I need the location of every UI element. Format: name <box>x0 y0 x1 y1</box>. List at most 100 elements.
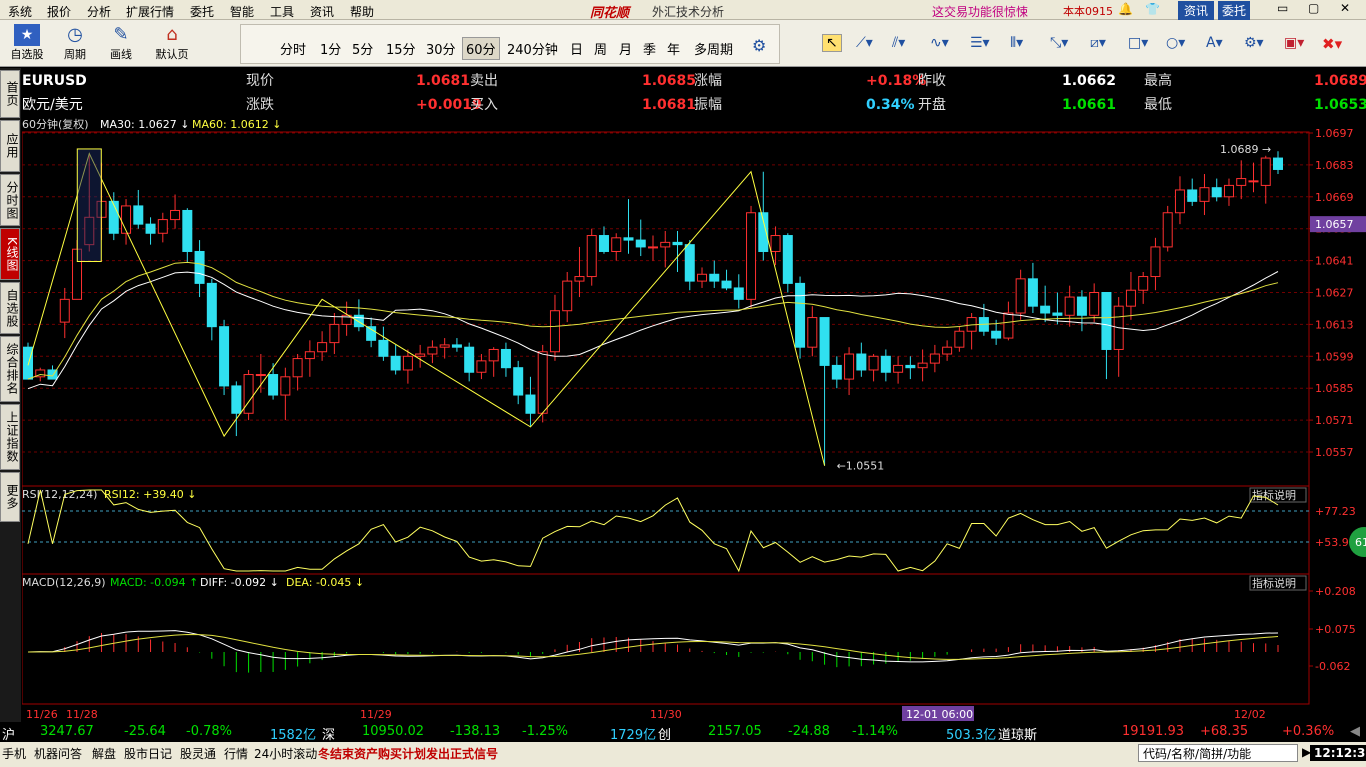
robot-qa-link[interactable]: 机器问答 <box>34 745 82 762</box>
candle-body <box>1125 289 1136 307</box>
period-1min[interactable]: 1分 <box>320 39 341 58</box>
sidetab-fenshi[interactable]: 分时图 <box>0 174 20 226</box>
quote-l2-0: 涨跌 <box>246 97 274 113</box>
sidetab-more[interactable]: 更多 <box>0 472 20 522</box>
dea-value: DEA: -0.045 ↓ <box>286 576 364 589</box>
bars-tool-icon[interactable]: ⦀▾ <box>1010 35 1023 51</box>
rect-tool-icon[interactable]: □▾ <box>1128 35 1148 51</box>
candle-body <box>476 360 487 373</box>
save-tool-icon[interactable]: ▣▾ <box>1284 35 1304 51</box>
quote-link[interactable]: 行情 <box>224 745 248 762</box>
ticker-toggle[interactable]: ◀ <box>1350 724 1360 739</box>
promo-link[interactable]: 这交易功能很惊悚 <box>932 3 1028 20</box>
fib-tool-icon[interactable]: ☰▾ <box>970 35 990 51</box>
period-fenshi[interactable]: 分时 <box>280 39 306 58</box>
price-tick-label: 1.0627 <box>1315 287 1354 300</box>
line-tool-icon[interactable]: ⟋▾ <box>856 35 873 51</box>
sidetab-apps[interactable]: 应用 <box>0 120 20 172</box>
menu-smart[interactable]: 智能 <box>230 3 254 20</box>
sidetab-ranking[interactable]: 综合排名 <box>0 336 20 402</box>
period-day[interactable]: 日 <box>570 39 583 58</box>
period-multi[interactable]: 多周期 <box>694 39 733 58</box>
wave-tool-icon[interactable]: ∿▾ <box>930 35 949 51</box>
period-label: 60分钟(复权) <box>22 117 89 131</box>
menu-analysis[interactable]: 分析 <box>87 3 111 20</box>
symbol-name: 欧元/美元 <box>22 97 83 113</box>
circle-tool-icon[interactable]: ○▾ <box>1166 35 1185 51</box>
watchlist-button[interactable]: ★ 自选股 <box>6 24 48 64</box>
bell-icon[interactable]: 🔔 <box>1118 2 1133 16</box>
period-5min[interactable]: 5分 <box>352 39 373 58</box>
candle-body <box>525 394 536 414</box>
diff-value: DIFF: -0.092 ↓ <box>200 576 279 589</box>
channel-tool-icon[interactable]: ⧄▾ <box>1090 35 1106 51</box>
period-30min[interactable]: 30分 <box>426 39 456 58</box>
settings-tool-icon[interactable]: ⚙▾ <box>1244 35 1264 51</box>
stock-genius-link[interactable]: 股灵通 <box>180 745 216 762</box>
restore-button[interactable]: ▢ <box>1308 1 1319 15</box>
period-15min[interactable]: 15分 <box>386 39 416 58</box>
solution-link[interactable]: 解盘 <box>92 745 116 762</box>
period-week[interactable]: 周 <box>594 39 607 58</box>
mobile-link[interactable]: 手机 <box>2 745 26 762</box>
period-60min[interactable]: 60分 <box>462 37 500 60</box>
draw-button[interactable]: ✎ 画线 <box>100 24 142 64</box>
sz-index: 10950.02 <box>362 724 425 739</box>
period-button[interactable]: ◷ 周期 <box>54 24 96 64</box>
diary-link[interactable]: 股市日记 <box>124 745 172 762</box>
macd-axis-label: +0.208 <box>1315 585 1356 598</box>
period-month[interactable]: 月 <box>619 39 632 58</box>
gear-icon[interactable]: ⚙ <box>752 36 766 55</box>
candle-body <box>145 223 156 234</box>
candle-body <box>672 241 683 246</box>
period-240min[interactable]: 240分钟 <box>507 39 558 58</box>
menu-info[interactable]: 资讯 <box>310 3 334 20</box>
candle-body <box>292 358 303 378</box>
minimize-button[interactable]: ▭ <box>1277 1 1288 15</box>
code-search-box[interactable]: 代码/名称/简拼/功能 <box>1138 744 1298 762</box>
menu-trade[interactable]: 委托 <box>190 3 214 20</box>
shirt-icon[interactable]: 👕 <box>1145 2 1160 16</box>
candle-body <box>1174 189 1185 214</box>
trade-button[interactable]: 委托 <box>1218 1 1251 20</box>
candle-body <box>121 205 132 234</box>
sidetab-shanghai[interactable]: 上证指数 <box>0 404 20 470</box>
candle-body <box>537 351 548 414</box>
cursor-icon[interactable]: ↖ <box>822 34 842 52</box>
date-label: 11/28 <box>66 708 98 721</box>
menu-tools[interactable]: 工具 <box>270 3 294 20</box>
menu-quote[interactable]: 报价 <box>47 3 71 20</box>
candle-body <box>880 355 891 373</box>
kline-chart[interactable]: EURUSD欧元/美元现价 1.0681 卖出 1.0685涨幅 +0.18%昨收 1.0… <box>22 68 1366 722</box>
delete-tool-icon[interactable]: ✖▾ <box>1322 35 1342 53</box>
price-tick-label: 1.0557 <box>1315 446 1354 459</box>
parallel-tool-icon[interactable]: ⫽▾ <box>892 35 905 51</box>
clock-icon: ◷ <box>67 24 83 45</box>
candle-body <box>586 235 597 278</box>
period-season[interactable]: 季 <box>643 39 656 58</box>
quote-l2-9: 1.0653 <box>1314 97 1366 113</box>
menu-system[interactable]: 系统 <box>8 3 32 20</box>
candle-body <box>464 346 475 373</box>
sidetab-kline[interactable]: K线图 <box>0 228 20 280</box>
sidetab-home[interactable]: 首页 <box>0 70 20 118</box>
score-badge-label: 61 <box>1355 536 1366 549</box>
candle-body <box>1015 278 1026 314</box>
news-button[interactable]: 资讯 <box>1178 1 1215 20</box>
close-button[interactable]: ✕ <box>1340 1 1350 15</box>
candle-body <box>611 237 622 252</box>
default-page-button[interactable]: ⌂ 默认页 <box>150 24 194 64</box>
candle-body <box>231 385 242 414</box>
menu-ext-quote[interactable]: 扩展行情 <box>126 3 174 20</box>
scroll-24h-label[interactable]: 24小时滚动 <box>254 745 317 762</box>
candle-body <box>991 330 1002 339</box>
period-year[interactable]: 年 <box>667 39 680 58</box>
news-scroll[interactable]: 冬结束资产购买计划发出正式信号 <box>318 745 498 762</box>
highlight-box <box>76 148 102 262</box>
macd-value: MACD: -0.094 ↑ <box>110 576 198 589</box>
version-label: 本本0915 <box>1063 5 1113 18</box>
text-tool-icon[interactable]: A▾ <box>1206 35 1223 51</box>
menu-help[interactable]: 帮助 <box>350 3 374 20</box>
sidetab-watchlist[interactable]: 自选股 <box>0 282 20 334</box>
arrow-tool-icon[interactable]: ⤡▾ <box>1050 35 1068 51</box>
